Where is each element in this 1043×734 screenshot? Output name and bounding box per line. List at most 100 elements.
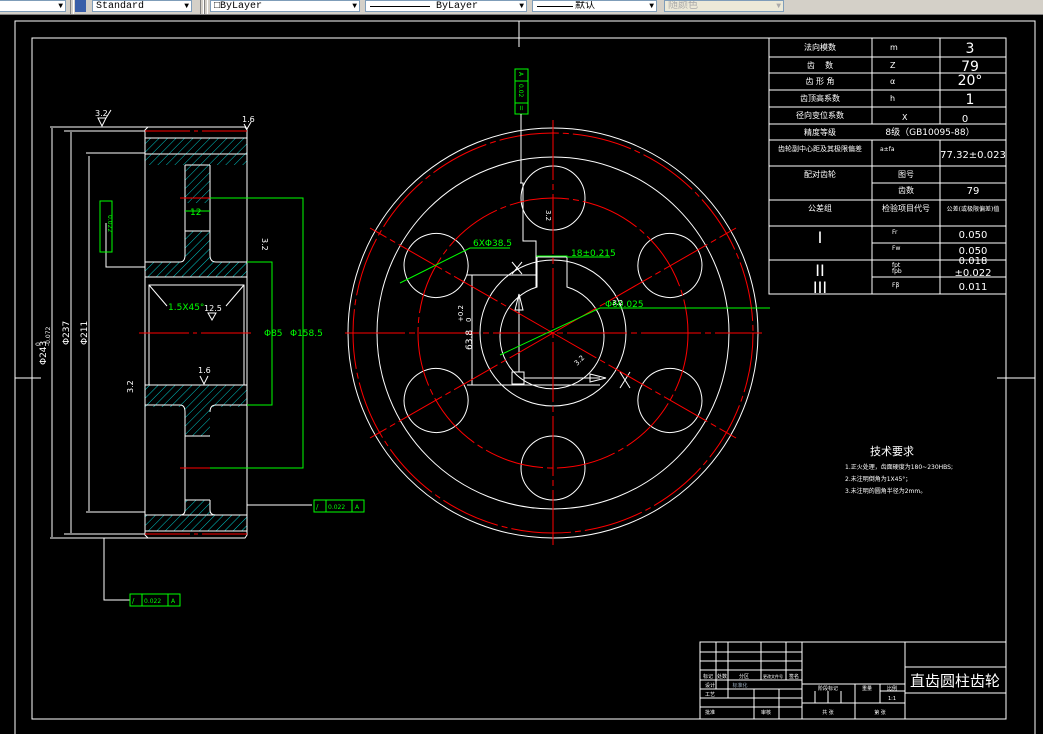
svg-text:fpb: fpb bbox=[892, 268, 902, 275]
chevron-down-icon: ▼ bbox=[649, 2, 654, 11]
chevron-down-icon: ▼ bbox=[352, 2, 357, 11]
drawing-canvas[interactable]: Φ243 0 -0.072 Φ237 Φ211 12 Φ85 Φ158.5 1.… bbox=[0, 15, 1043, 734]
svg-text:0.022: 0.022 bbox=[328, 504, 345, 511]
svg-text:A: A bbox=[171, 598, 176, 605]
symmetry-tolerance-frame: 0.02 A = bbox=[514, 68, 529, 183]
svg-text:1.6: 1.6 bbox=[198, 366, 211, 375]
svg-text:I: I bbox=[818, 228, 823, 247]
svg-text:处数: 处数 bbox=[717, 673, 727, 680]
centerlines bbox=[345, 120, 762, 545]
svg-text:第 张: 第 张 bbox=[874, 709, 886, 716]
chevron-down-icon: ▼ bbox=[776, 2, 781, 11]
svg-text:0: 0 bbox=[962, 114, 968, 125]
linetype-dropdown[interactable]: ByLayer ▼ bbox=[365, 0, 527, 12]
svg-text:技术要求: 技术要求 bbox=[870, 445, 914, 458]
svg-text:标记: 标记 bbox=[703, 673, 713, 680]
dim-web-width: 12 bbox=[190, 208, 201, 218]
svg-text:±0.022: ±0.022 bbox=[954, 268, 991, 279]
text-style-dropdown[interactable]: Standard ▼ bbox=[92, 0, 192, 12]
svg-text:Fr: Fr bbox=[892, 229, 898, 236]
svg-text:齿轮副中心距及其极限偏差: 齿轮副中心距及其极限偏差 bbox=[778, 144, 862, 153]
svg-text:A: A bbox=[355, 504, 360, 511]
gear-parameter-table: 法向模数 m 3 齿 数 Z 79 齿 形 角 α 20° 齿顶高系数 h 1 … bbox=[768, 37, 1007, 297]
svg-text:齿 形 角: 齿 形 角 bbox=[805, 76, 834, 86]
svg-text:径向变位系数: 径向变位系数 bbox=[796, 110, 844, 120]
svg-text:批准: 批准 bbox=[705, 709, 715, 716]
svg-text:齿数: 齿数 bbox=[898, 185, 914, 195]
svg-text:0.022: 0.022 bbox=[106, 215, 113, 232]
properties-toolbar: ▼ Standard ▼ □ByLayer ▼ ByLayer ▼ 默认 ▼ 随颜色 ▼ bbox=[0, 0, 1043, 15]
svg-text:0.011: 0.011 bbox=[959, 282, 988, 293]
color-dropdown[interactable]: □ByLayer ▼ bbox=[210, 0, 360, 12]
title-block: 标记 处数 分区 更改文件号 签名 设计 标准化 阶段标记 重量 比例 1:1 … bbox=[699, 641, 1007, 720]
dim-hub: Φ85 bbox=[264, 329, 283, 339]
svg-text:0.022: 0.022 bbox=[144, 598, 161, 605]
runout-tolerance-frame: / 0.022 A bbox=[129, 593, 181, 607]
svg-text:3.2: 3.2 bbox=[95, 109, 108, 118]
chevron-down-icon: ▼ bbox=[58, 2, 63, 11]
svg-text:齿顶高系数: 齿顶高系数 bbox=[800, 93, 840, 103]
svg-text:8级（GB10095-88）: 8级（GB10095-88） bbox=[885, 126, 974, 138]
svg-text:/: / bbox=[316, 503, 319, 511]
svg-text:法向模数: 法向模数 bbox=[804, 42, 836, 52]
chevron-down-icon: ▼ bbox=[519, 2, 524, 11]
svg-text:0.018: 0.018 bbox=[959, 256, 988, 267]
technical-requirements: 技术要求 1.正火处理，齿面硬度为180~230HBS; 2.未注明倒角为1X4… bbox=[845, 445, 953, 495]
svg-text:Fβ: Fβ bbox=[892, 282, 899, 289]
section-hatch bbox=[145, 138, 247, 531]
svg-text:Fw: Fw bbox=[892, 245, 900, 252]
layer-dropdown[interactable]: ▼ bbox=[0, 0, 66, 12]
svg-text:h: h bbox=[890, 94, 895, 103]
svg-text:1:1: 1:1 bbox=[888, 696, 896, 702]
svg-text:1.6: 1.6 bbox=[242, 115, 255, 124]
svg-text:阶段标记: 阶段标记 bbox=[818, 685, 838, 692]
chamfer-label: 1.5X45° bbox=[168, 303, 204, 313]
svg-text:检验项目代号: 检验项目代号 bbox=[882, 203, 930, 213]
svg-text:77.32±0.023: 77.32±0.023 bbox=[940, 150, 1006, 161]
svg-text:X: X bbox=[902, 113, 908, 122]
lineweight-dropdown[interactable]: 默认 ▼ bbox=[532, 0, 657, 12]
bore-label: Φ60.025 bbox=[605, 300, 644, 310]
holes-label: 6XΦ38.5 bbox=[473, 239, 512, 249]
side-view: Φ243 0 -0.072 Φ237 Φ211 12 Φ85 Φ158.5 1.… bbox=[35, 109, 365, 607]
part-name: 直齿圆柱齿轮 bbox=[910, 672, 1000, 690]
svg-text:Φ211: Φ211 bbox=[80, 321, 90, 345]
plotstyle-dropdown: 随颜色 ▼ bbox=[664, 0, 784, 12]
svg-text:3.2: 3.2 bbox=[260, 238, 269, 251]
svg-text:0: 0 bbox=[35, 342, 42, 346]
roughness-label: 3.2 bbox=[612, 299, 623, 307]
svg-text:公差组: 公差组 bbox=[808, 203, 832, 213]
svg-text:III: III bbox=[813, 278, 827, 297]
runout-tolerance-frame: / 0.022 A bbox=[313, 499, 365, 513]
svg-text:0.02: 0.02 bbox=[517, 84, 524, 98]
line-sample bbox=[537, 6, 573, 7]
svg-text:3.2: 3.2 bbox=[573, 354, 587, 368]
svg-text:3.2: 3.2 bbox=[126, 380, 135, 393]
svg-text:0.050: 0.050 bbox=[959, 230, 988, 241]
svg-text:1: 1 bbox=[966, 92, 975, 108]
svg-text:齿 数: 齿 数 bbox=[807, 60, 833, 70]
svg-text:审核: 审核 bbox=[761, 709, 771, 716]
svg-text:/: / bbox=[132, 597, 135, 605]
svg-text:更改文件号: 更改文件号 bbox=[763, 673, 783, 679]
text-style-icon[interactable] bbox=[75, 0, 86, 12]
svg-text:=: = bbox=[517, 105, 525, 111]
line-sample bbox=[370, 6, 430, 7]
svg-text:3.2: 3.2 bbox=[544, 210, 552, 221]
svg-text:+0.2: +0.2 bbox=[457, 305, 465, 322]
svg-text:分区: 分区 bbox=[739, 673, 749, 680]
svg-text:图号: 图号 bbox=[898, 170, 914, 179]
svg-text:配对齿轮: 配对齿轮 bbox=[804, 169, 836, 179]
svg-text:工艺: 工艺 bbox=[705, 692, 715, 698]
svg-text:2.未注明倒角为1X45°；: 2.未注明倒角为1X45°； bbox=[845, 475, 911, 483]
svg-text:Z: Z bbox=[890, 61, 896, 70]
svg-text:79: 79 bbox=[967, 186, 980, 197]
keyway-depth-label: 63.8 bbox=[465, 330, 475, 350]
front-view: 6XΦ38.5 18±0.215 Φ60.025 63.8 +0.2 0 3.2… bbox=[345, 68, 770, 545]
chevron-down-icon: ▼ bbox=[184, 2, 189, 11]
dim-bolt-circle: Φ158.5 bbox=[290, 329, 323, 339]
svg-text:重量: 重量 bbox=[862, 685, 872, 692]
svg-text:精度等级: 精度等级 bbox=[804, 127, 836, 137]
svg-text:0: 0 bbox=[465, 318, 473, 322]
svg-text:A: A bbox=[517, 72, 524, 77]
